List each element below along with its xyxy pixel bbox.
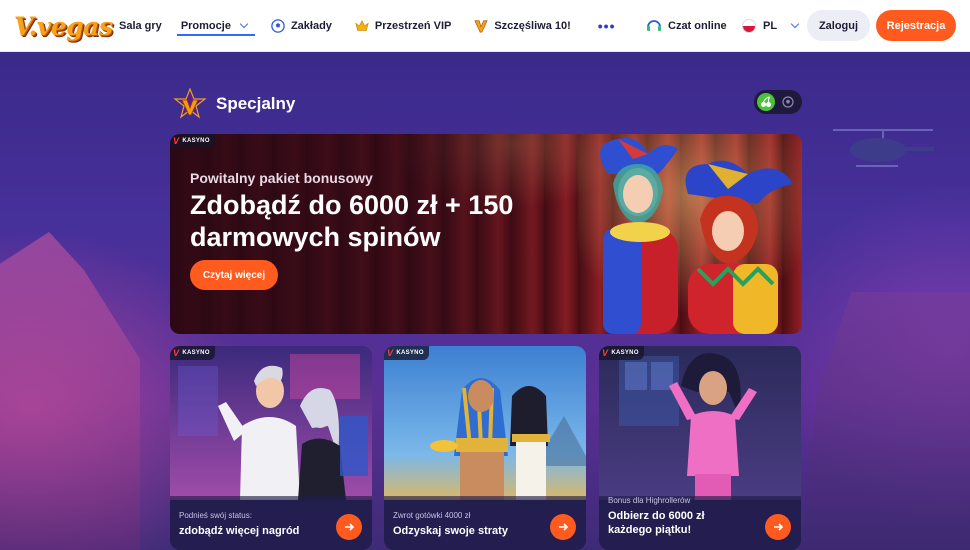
casino-tag: V KASYNO: [599, 346, 644, 360]
v-logo-icon: V: [173, 348, 180, 358]
v-logo-icon: V: [173, 136, 180, 146]
chevron-down-icon: [239, 19, 249, 29]
hero-subtitle: Powitalny pakiet bonusowy: [190, 170, 373, 186]
nav-label: Zakłady: [290, 20, 332, 32]
casino-tag: V KASYNO: [170, 346, 215, 360]
arrow-right-icon: [559, 523, 569, 531]
section-header: Specjalny: [172, 88, 295, 120]
nav-item-vip[interactable]: Przestrzeń VIP: [341, 0, 460, 52]
soccer-ball-icon[interactable]: [779, 93, 797, 111]
highroller-woman-illustration: [599, 346, 801, 500]
arrow-right-icon: [345, 523, 355, 531]
arrow-right-button[interactable]: [336, 514, 362, 540]
vegas-v-icon: [474, 20, 489, 33]
v-logo-icon: V: [602, 348, 609, 358]
casino-sports-toggle[interactable]: [754, 90, 802, 114]
vip-couple-illustration: [170, 346, 372, 500]
card-title: Odbierz do 6000 zł każdego piątku!: [608, 510, 705, 536]
soccer-ball-icon: [271, 19, 285, 33]
hero-title: Zdobądź do 6000 zł + 150 darmowych spinó…: [190, 190, 514, 252]
pharaoh-couple-illustration: [384, 346, 586, 500]
nav-active-underline: [176, 34, 255, 36]
chat-label: Czat online: [668, 20, 727, 32]
nav-item-zaklady[interactable]: Zakłady: [257, 0, 341, 52]
crown-icon: [355, 19, 369, 31]
headset-chat-icon: [647, 20, 661, 31]
promo-card-vip-status[interactable]: V KASYNO Podnieś swój status: zdobądź wi…: [170, 346, 372, 550]
section-title: Specjalny: [216, 94, 296, 113]
card-subtitle: Bonus dla Highrollerów: [608, 496, 691, 505]
arrow-right-button[interactable]: [550, 514, 576, 540]
v-logo-icon: V: [387, 348, 394, 358]
card-title: Odzyskaj swoje straty: [393, 525, 508, 537]
casino-tag: V KASYNO: [170, 134, 215, 148]
tag-label: KASYNO: [396, 350, 424, 356]
helicopter-illustration: [833, 129, 934, 167]
register-button[interactable]: Rejestracja: [876, 10, 956, 41]
nav-label: Promocje: [180, 20, 231, 32]
tag-label: KASYNO: [611, 350, 639, 356]
site-logo[interactable]: V.vegas: [14, 8, 113, 44]
language-selector[interactable]: PL: [742, 0, 800, 52]
language-label: PL: [763, 20, 778, 32]
read-more-button[interactable]: Czytaj więcej: [190, 260, 278, 290]
nav-label: Sala gry: [119, 20, 162, 32]
tag-label: KASYNO: [182, 350, 210, 356]
logo-text: V.vegas: [14, 11, 113, 41]
login-button[interactable]: Zaloguj: [807, 10, 870, 41]
chevron-down-icon: [790, 19, 800, 29]
hero-promo-banner[interactable]: V KASYNO Powitalny pakiet bonusowy Zdobą…: [170, 134, 802, 334]
arrow-right-icon: [774, 523, 784, 531]
main-nav: Sala gry Promocje Zakłady Przestrzeń VIP…: [110, 0, 634, 52]
cherries-icon[interactable]: [757, 93, 775, 111]
nav-label: Przestrzeń VIP: [374, 20, 452, 32]
card-subtitle: Podnieś swój status:: [179, 511, 252, 520]
nav-item-promocje[interactable]: Promocje: [171, 0, 257, 52]
more-menu-button[interactable]: •••: [580, 18, 634, 34]
tag-label: KASYNO: [182, 138, 210, 144]
arrow-right-button[interactable]: [765, 514, 791, 540]
jester-characters-illustration: [578, 134, 802, 334]
chat-online-link[interactable]: Czat online: [646, 0, 727, 52]
top-header: V.vegas Sala gry Promocje Zakłady Przest…: [0, 0, 970, 52]
casino-tag: V KASYNO: [384, 346, 429, 360]
nav-item-sala-gry[interactable]: Sala gry: [110, 0, 171, 52]
background-building-right: [800, 292, 970, 550]
nav-label: Szczęśliwa 10!: [494, 20, 571, 32]
background-casino-building: [0, 232, 140, 550]
card-title: zdobądź więcej nagród: [179, 525, 300, 537]
nav-item-szczesliwa-10[interactable]: Szczęśliwa 10!: [460, 0, 579, 52]
card-subtitle: Zwrot gotówki 4000 zł: [393, 511, 471, 520]
promo-card-highroller[interactable]: V KASYNO Bonus dla Highrollerów Odbierz …: [599, 346, 801, 550]
promo-card-cashback[interactable]: V KASYNO Zwrot gotówki 4000 zł Odzyskaj …: [384, 346, 586, 550]
poland-flag-icon: [742, 19, 756, 33]
vegas-section-logo-icon: [173, 88, 207, 119]
